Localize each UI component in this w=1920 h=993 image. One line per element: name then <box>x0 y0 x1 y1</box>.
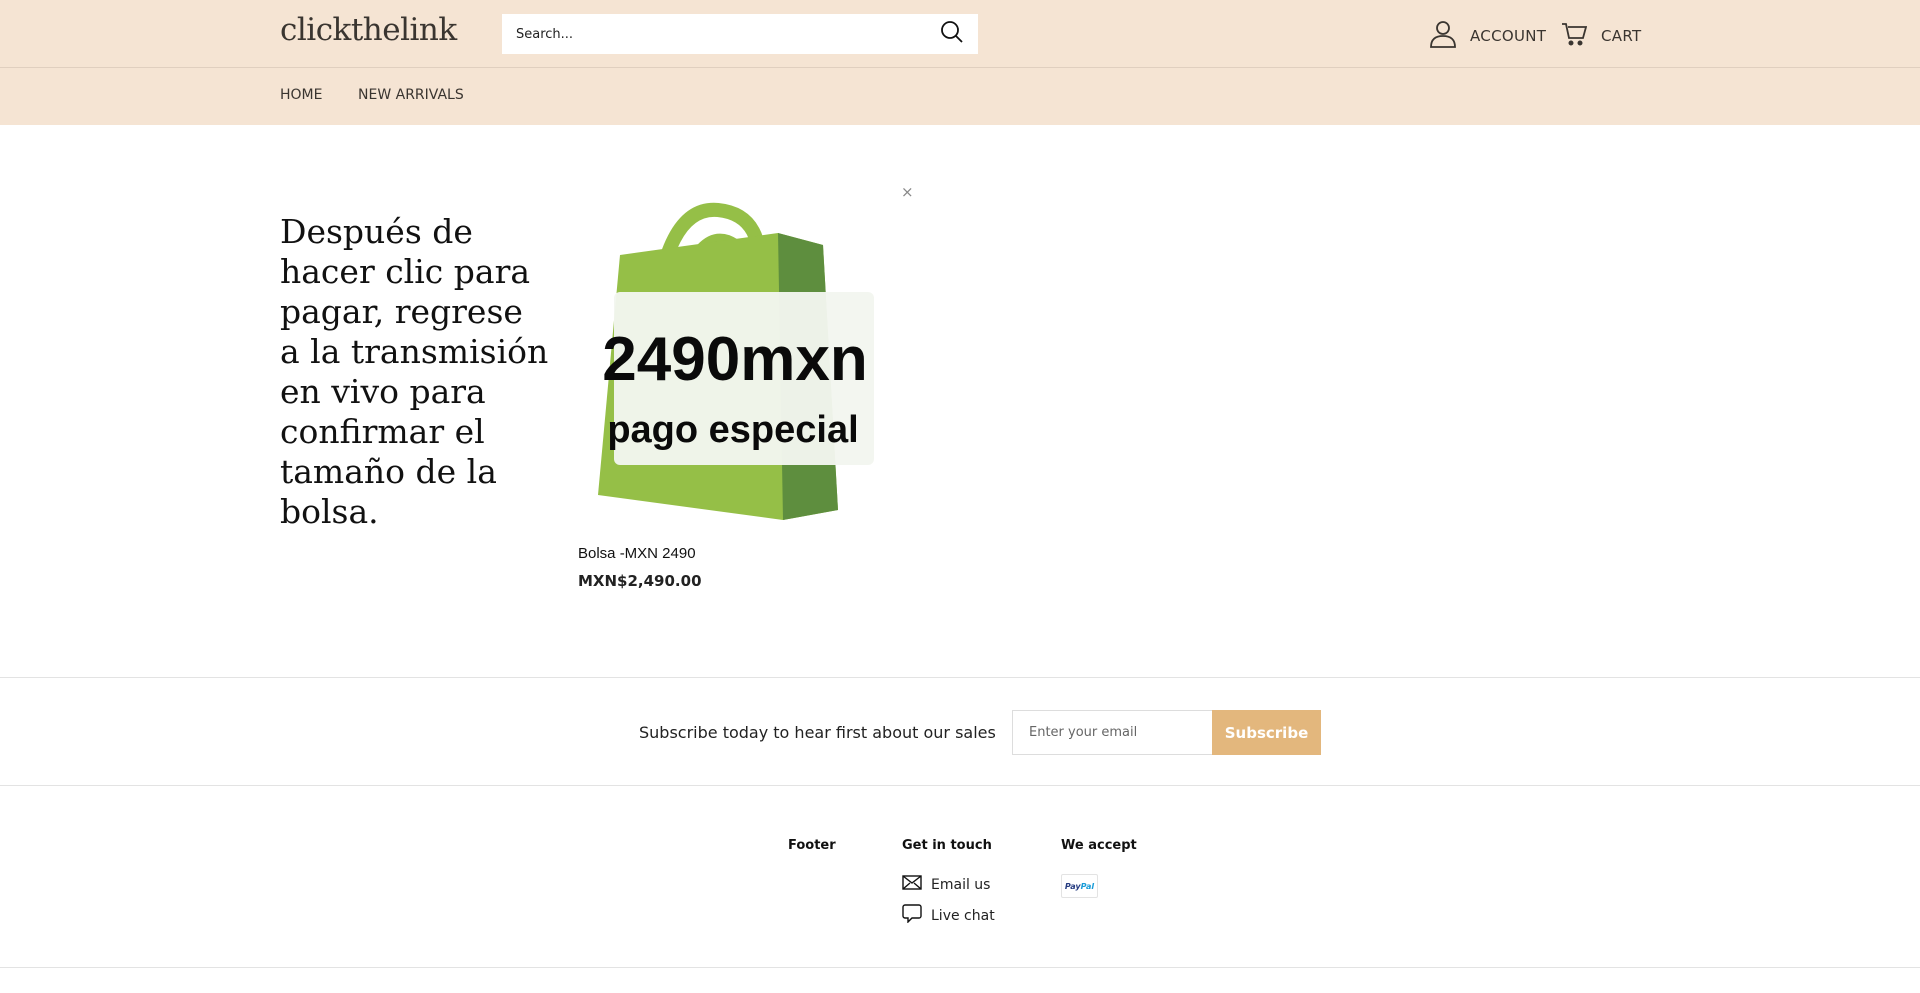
live-chat-label: Live chat <box>931 908 995 924</box>
nav-home[interactable]: HOME <box>280 87 322 103</box>
nav-new-arrivals[interactable]: NEW ARRIVALS <box>358 87 464 103</box>
divider <box>0 677 1920 678</box>
image-subtitle-text: pago especial <box>607 409 858 451</box>
paypal-icon: PayPal <box>1061 874 1098 898</box>
search-bar <box>502 14 978 54</box>
cart-label: CART <box>1601 27 1641 45</box>
cart-link[interactable]: CART <box>1561 21 1641 51</box>
close-icon[interactable]: × <box>901 183 914 201</box>
user-icon <box>1430 20 1456 52</box>
footer-heading: Footer <box>788 838 836 853</box>
site-logo[interactable]: clickthelink <box>280 12 457 48</box>
cart-icon <box>1561 21 1587 51</box>
search-icon[interactable] <box>940 20 964 48</box>
subscribe-button[interactable]: Subscribe <box>1212 710 1321 755</box>
divider <box>0 785 1920 786</box>
we-accept-heading: We accept <box>1061 838 1137 853</box>
divider <box>0 967 1920 968</box>
search-input[interactable] <box>516 27 916 42</box>
paypal-pal: Pal <box>1081 882 1095 891</box>
newsletter-text: Subscribe today to hear first about our … <box>639 723 996 742</box>
image-price-text: 2490mxn <box>602 325 867 394</box>
get-in-touch-heading: Get in touch <box>902 838 992 853</box>
product-title[interactable]: Bolsa -MXN 2490 <box>578 545 696 562</box>
paypal-pay: Pay <box>1065 882 1081 891</box>
product-image[interactable]: 2490mxn pago especial <box>578 195 890 520</box>
chat-icon <box>902 904 922 927</box>
email-us-label: Email us <box>931 877 990 893</box>
email-input[interactable] <box>1012 710 1213 755</box>
account-link[interactable]: ACCOUNT <box>1430 20 1546 52</box>
account-label: ACCOUNT <box>1470 27 1546 45</box>
live-chat-link[interactable]: Live chat <box>902 904 995 927</box>
page-heading: Después de hacer clic para pagar, regres… <box>280 212 550 532</box>
product-price: MXN$2,490.00 <box>578 572 702 590</box>
envelope-icon <box>902 875 922 894</box>
email-us-link[interactable]: Email us <box>902 875 990 894</box>
